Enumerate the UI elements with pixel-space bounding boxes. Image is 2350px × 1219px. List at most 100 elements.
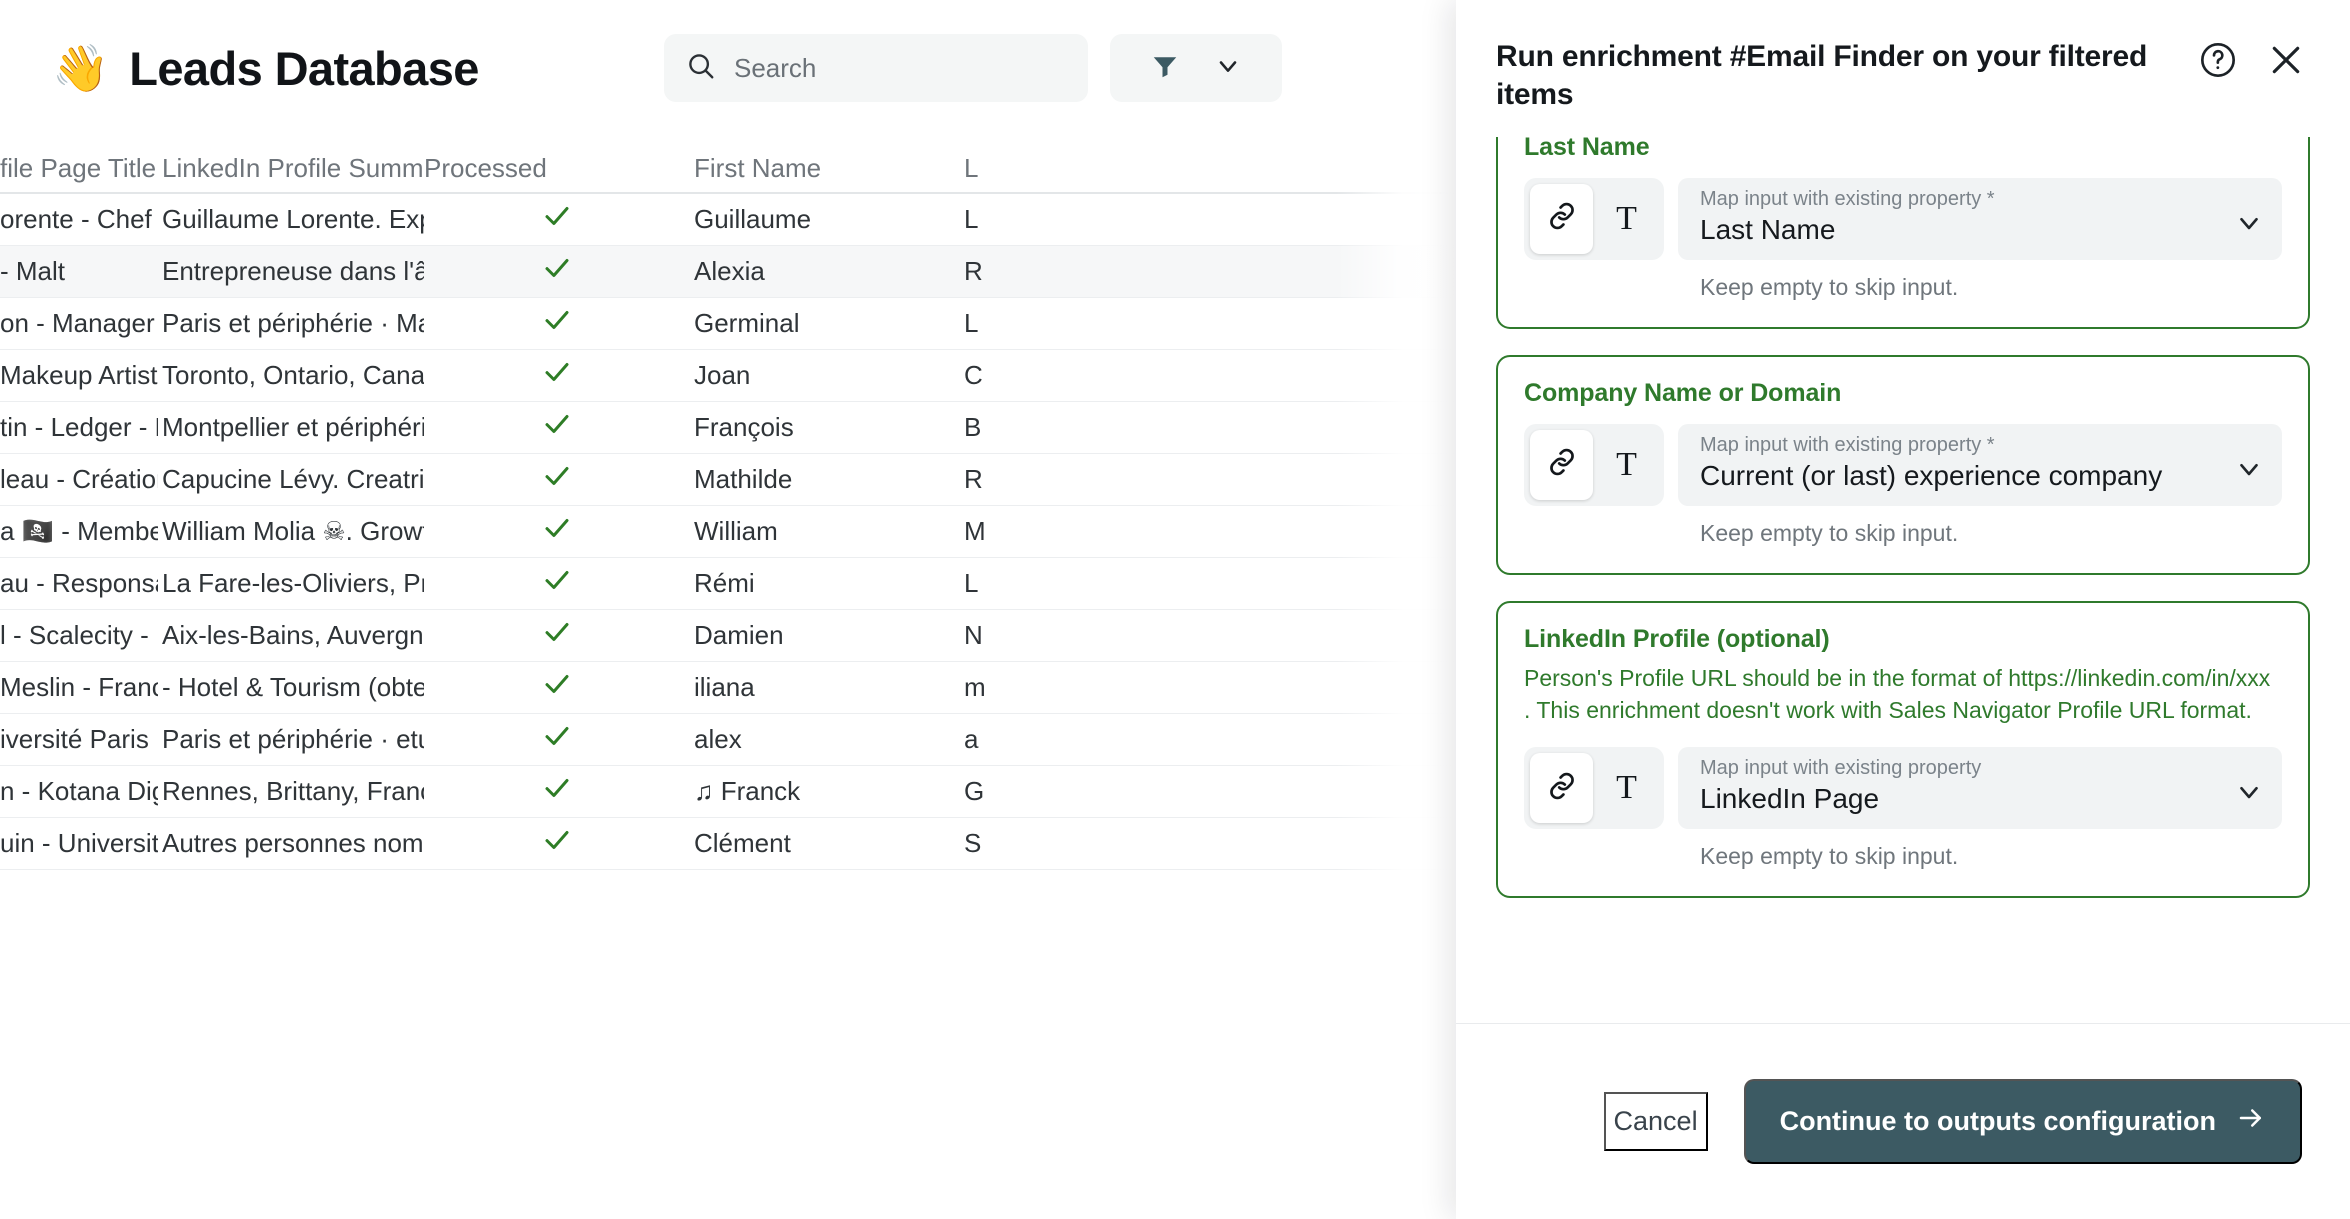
table-row[interactable]: n - Kotana DigitalRennes, Brittany, Fran…: [0, 766, 1456, 818]
check-icon: [542, 565, 572, 602]
table-row[interactable]: leau - Création…Capucine Lévy. Creatrice…: [0, 454, 1456, 506]
cell-processed: [424, 565, 694, 602]
cell-last-name: N: [964, 620, 983, 650]
check-icon: [542, 409, 572, 446]
chevron-down-icon[interactable]: [2234, 454, 2264, 489]
map-property-mode-button[interactable]: [1530, 429, 1593, 500]
cell-last-name: B: [964, 412, 982, 442]
select-label: Map input with existing property *: [1700, 433, 1995, 456]
cell-processed: [424, 253, 694, 290]
filter-icon: [1150, 51, 1180, 86]
panel-body[interactable]: Last Name T Map input with existing proper…: [1456, 136, 2350, 1023]
column-header-summary[interactable]: LinkedIn Profile Summary: [162, 153, 424, 184]
cell-first-name: François: [694, 412, 794, 442]
select-label: Map input with existing property *: [1700, 187, 1995, 210]
enrichment-field-card: LinkedIn Profile (optional) Person's Prof…: [1496, 600, 2310, 899]
cell-first-name: Rémi: [694, 568, 755, 598]
link-icon: [1545, 769, 1579, 808]
input-mode-toggle[interactable]: T: [1524, 747, 1664, 830]
table-body: orente - Chef d'e…Guillaume Lorente. Exp…: [0, 194, 1456, 870]
column-header-last-name[interactable]: L: [964, 153, 1164, 184]
cell-last-name: R: [964, 256, 983, 286]
column-header-processed[interactable]: Processed: [424, 153, 694, 184]
leads-table: file Page Title LinkedIn Profile Summary…: [0, 136, 1456, 870]
continue-button[interactable]: Continue to outputs configuration: [1743, 1079, 2302, 1164]
cell-last-name: L: [964, 204, 979, 234]
table-row[interactable]: - Malt Entrepreneuse dans l'âme, j'… Alexi…: [0, 246, 1456, 298]
cell-processed: [424, 669, 694, 706]
chevron-down-icon[interactable]: [1214, 52, 1242, 85]
cell-page-title: uin - Université …: [0, 828, 158, 858]
property-select[interactable]: Map input with existing property * Curren…: [1678, 423, 2282, 506]
search-icon: [686, 51, 716, 86]
search-placeholder: Search: [734, 52, 817, 83]
check-icon: [542, 721, 572, 758]
table-row[interactable]: iversité Paris …Paris et périphérie · et…: [0, 714, 1456, 766]
cell-last-name: L: [964, 308, 979, 338]
check-icon: [542, 357, 572, 394]
cancel-button[interactable]: Cancel: [1603, 1092, 1708, 1151]
check-icon: [542, 461, 572, 498]
table-row[interactable]: on - Manager - …Paris et périphérie · Ma…: [0, 298, 1456, 350]
filter-button[interactable]: [1110, 34, 1282, 102]
check-icon: [542, 669, 572, 706]
cell-last-name: G: [964, 776, 985, 806]
cell-summary: Aix-les-Bains, Auvergne-Rhô…: [162, 620, 424, 650]
app-root: 👋 Leads Database Search file Page Title …: [0, 0, 2350, 1219]
input-mode-toggle[interactable]: T: [1524, 177, 1664, 260]
cell-page-title: tin - Ledger - Li…: [0, 412, 158, 442]
cell-last-name: a: [964, 724, 979, 754]
property-select-wrap: Map input with existing property LinkedIn…: [1678, 747, 2282, 870]
check-icon: [542, 773, 572, 810]
cell-first-name: ♫ Franck: [694, 776, 801, 806]
property-select[interactable]: Map input with existing property LinkedIn…: [1678, 747, 2282, 830]
text-format-icon: T: [1616, 445, 1637, 483]
check-icon: [542, 825, 572, 862]
table-row[interactable]: tin - Ledger - Li…Montpellier et périphé…: [0, 402, 1456, 454]
cell-page-title: Makeup Artist - …: [0, 360, 158, 390]
column-header-first-name[interactable]: First Name: [694, 153, 964, 184]
cell-last-name: L: [964, 568, 979, 598]
cell-page-title: l - Scalecity - Li…: [0, 620, 158, 650]
field-row: T Map input with existing property * Curre…: [1524, 423, 2282, 547]
help-button[interactable]: [2194, 38, 2242, 86]
table-row[interactable]: Makeup Artist - …Toronto, Ontario, Canad…: [0, 350, 1456, 402]
cell-page-title: Meslin - Franc…: [0, 672, 158, 702]
table-row[interactable]: a 🏴‍☠️ - Member -…William Molia ☠. Growt…: [0, 506, 1456, 558]
cell-first-name: alex: [694, 724, 742, 754]
static-text-mode-button[interactable]: T: [1595, 184, 1658, 254]
cell-last-name: R: [964, 464, 983, 494]
table-row[interactable]: orente - Chef d'e…Guillaume Lorente. Exp…: [0, 194, 1456, 246]
cell-processed: [424, 305, 694, 342]
close-button[interactable]: [2262, 38, 2310, 86]
table-row[interactable]: uin - Université …Autres personnes nommé…: [0, 818, 1456, 870]
map-property-mode-button[interactable]: [1530, 183, 1593, 254]
cell-summary: Capucine Lévy. Creatrice de…: [162, 464, 424, 494]
static-text-mode-button[interactable]: T: [1595, 753, 1658, 823]
search-input[interactable]: Search: [664, 34, 1088, 102]
property-select[interactable]: Map input with existing property * Last N…: [1678, 177, 2282, 260]
check-icon: [542, 201, 572, 238]
field-hint: Keep empty to skip input.: [1700, 843, 1959, 870]
map-property-mode-button[interactable]: [1530, 753, 1593, 824]
wave-emoji: 👋: [52, 42, 110, 94]
cell-first-name: Joan: [694, 360, 751, 390]
static-text-mode-button[interactable]: T: [1595, 430, 1658, 500]
field-label: Company Name or Domain: [1524, 378, 1842, 407]
field-note: Person's Profile URL should be in the fo…: [1524, 664, 2271, 724]
chevron-down-icon[interactable]: [2234, 208, 2264, 243]
column-header-page-title[interactable]: file Page Title: [0, 153, 158, 184]
table-row[interactable]: Meslin - Franc…- Hotel & Tourism (obtent…: [0, 662, 1456, 714]
table-row[interactable]: l - Scalecity - Li…Aix-les-Bains, Auverg…: [0, 610, 1456, 662]
cell-first-name: Germinal: [694, 308, 800, 338]
cell-page-title: leau - Création…: [0, 464, 158, 494]
cell-first-name: Mathilde: [694, 464, 793, 494]
cell-page-title: orente - Chef d'e…: [0, 204, 158, 234]
cell-first-name: Guillaume: [694, 204, 812, 234]
input-mode-toggle[interactable]: T: [1524, 423, 1664, 506]
table-row[interactable]: au - Responsab…La Fare-les-Oliviers, Pro…: [0, 558, 1456, 610]
cell-last-name: m: [964, 672, 986, 702]
property-select-wrap: Map input with existing property * Last N…: [1678, 177, 2282, 301]
chevron-down-icon[interactable]: [2234, 777, 2264, 812]
cell-page-title: a 🏴‍☠️ - Member -…: [0, 516, 158, 546]
